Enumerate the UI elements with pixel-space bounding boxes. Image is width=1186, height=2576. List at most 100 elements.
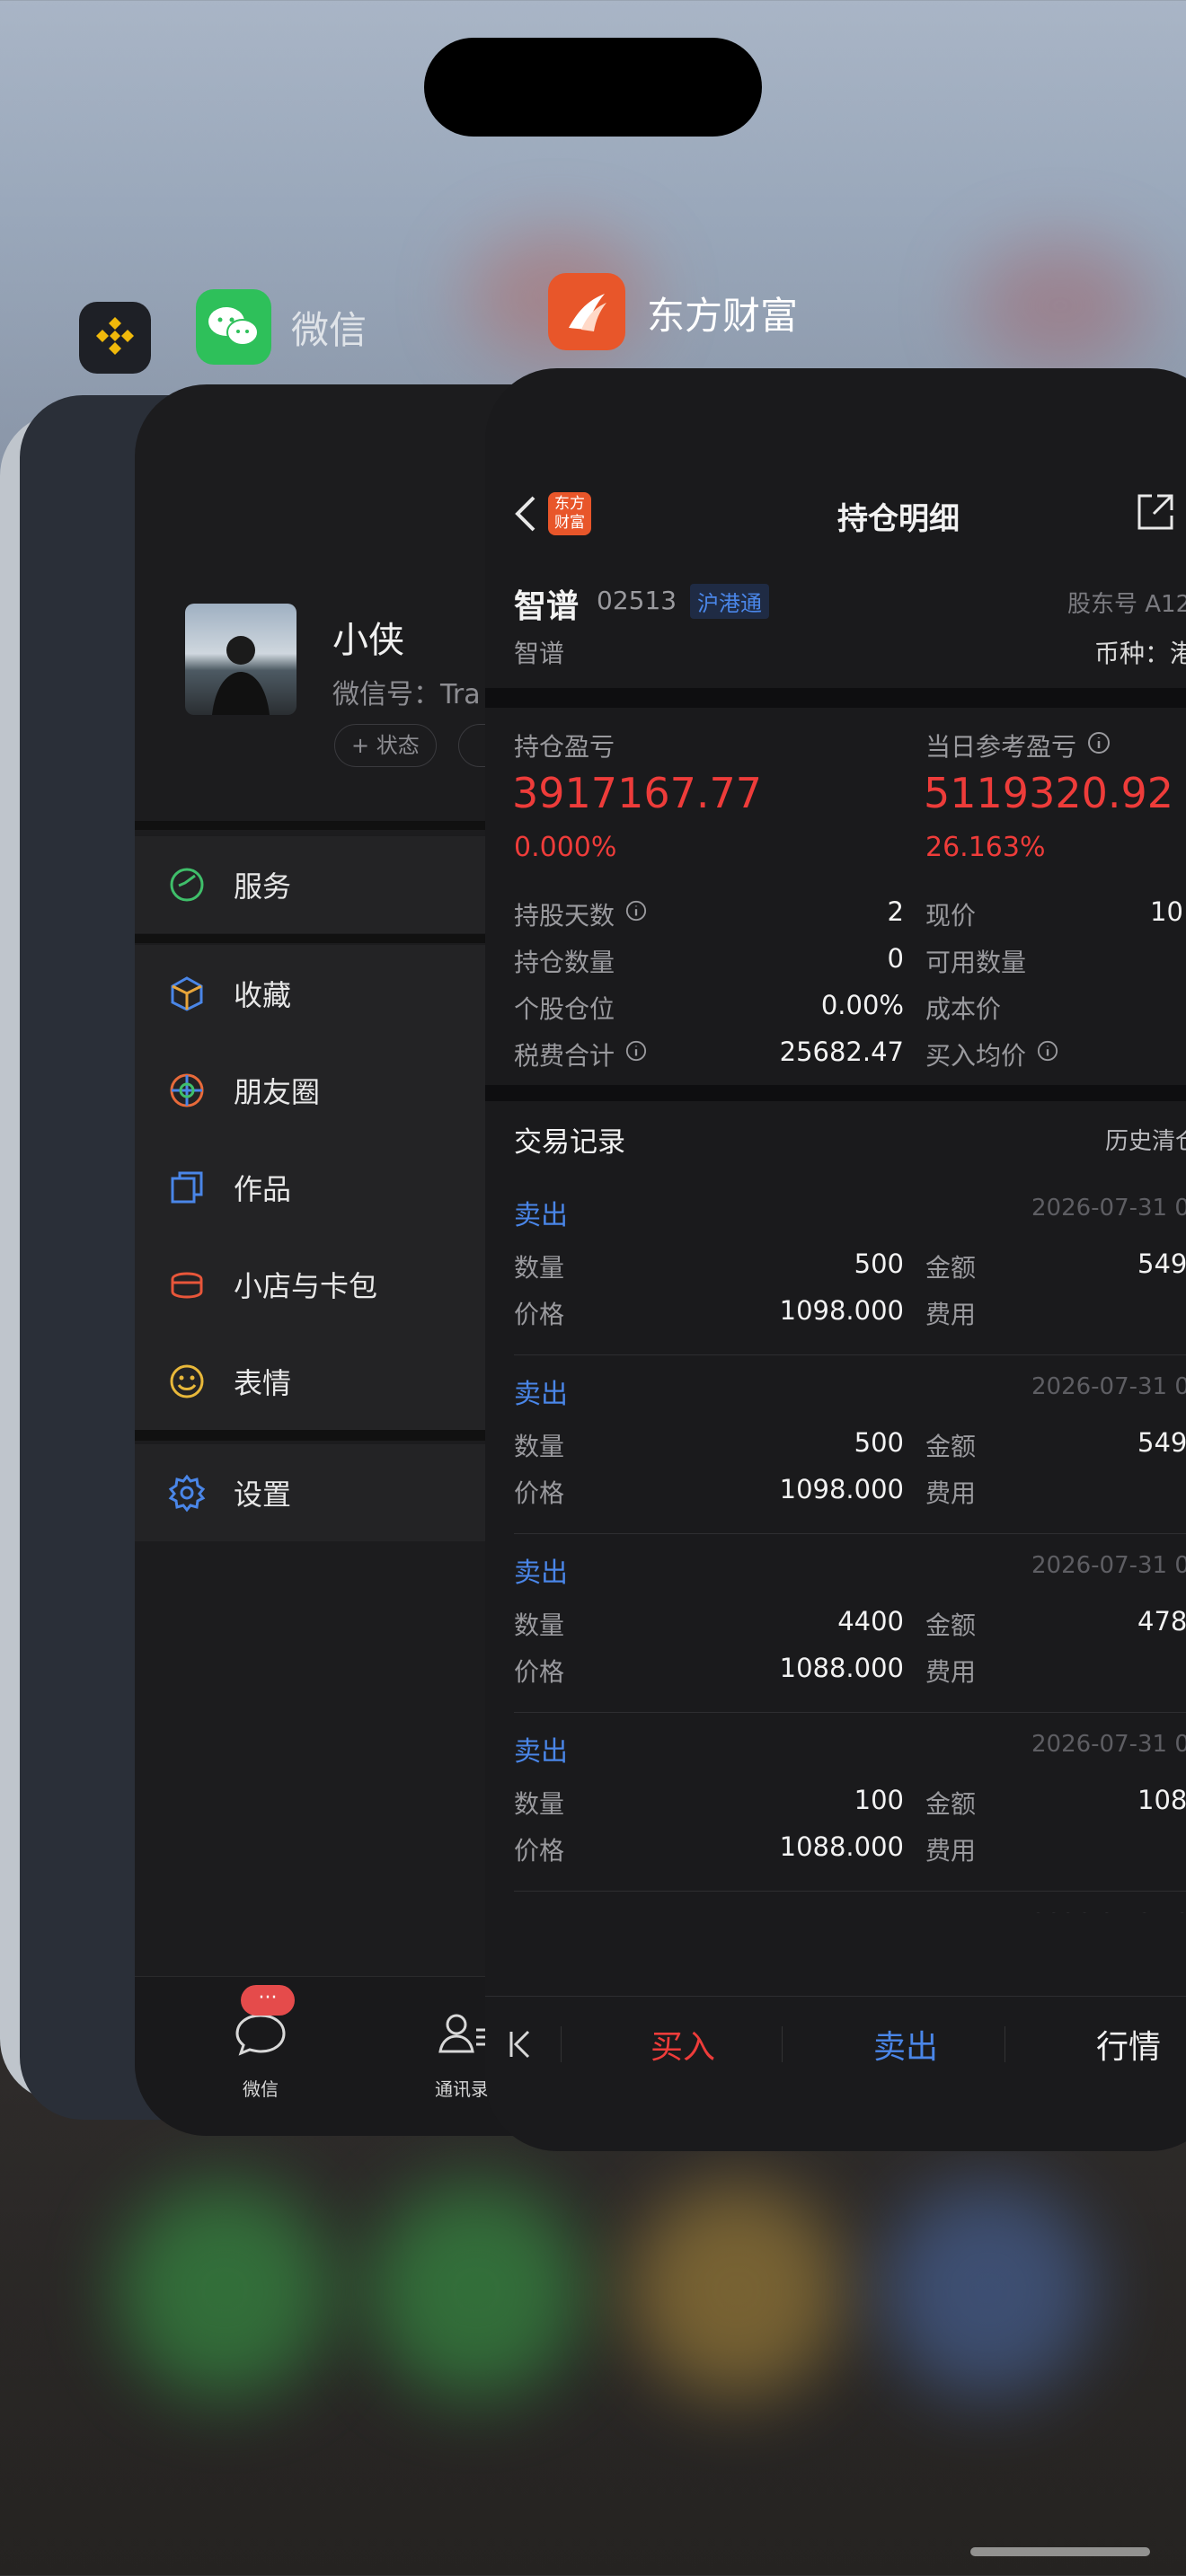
trade-date: 2026-07-31 0 <box>1031 1910 1186 1913</box>
trade-label: 价格 <box>514 1836 565 1866</box>
page-title: 持仓明细 <box>837 501 960 537</box>
trade-price: 1088.000 <box>779 1831 904 1862</box>
emoji-icon <box>170 1364 204 1398</box>
wechat-id[interactable]: 微信号：Tra <box>332 672 481 711</box>
trades-title: 交易记录 <box>514 1126 625 1159</box>
detail-value: 25682.47 <box>779 1037 904 1067</box>
trade-side: 卖出 <box>514 1379 568 1410</box>
settings-icon <box>168 1474 206 1513</box>
detail-label: 买入均价 <box>925 1041 1027 1071</box>
position-pnl-label: 持仓盈亏 <box>514 732 615 762</box>
trade-side: 卖出 <box>514 1908 568 1913</box>
trade-date: 2026-07-31 0 <box>1031 1731 1186 1758</box>
trade-qty: 4400 <box>837 1606 904 1636</box>
info-icon[interactable] <box>1037 1040 1058 1062</box>
trade-price: 1098.000 <box>779 1295 904 1326</box>
avatar[interactable] <box>185 604 296 715</box>
detail-label: 个股仓位 <box>514 994 615 1024</box>
trade-label: 价格 <box>514 1478 565 1508</box>
menu-label: 作品 <box>234 1172 292 1206</box>
history-clear-link[interactable]: 历史清仓 <box>1105 1123 1186 1156</box>
favorites-icon <box>171 976 203 1011</box>
dynamic-island <box>424 38 762 137</box>
trade-price: 1088.000 <box>779 1653 904 1683</box>
detail-value: 0 <box>887 943 904 974</box>
detail-label: 现价 <box>925 901 977 931</box>
daily-pnl-label: 当日参考盈亏 <box>925 732 1077 762</box>
trade-record[interactable]: 卖出 2026-07-31 0 数量 500 金额 549 价格 1098.000 费用 <box>485 1177 1186 1355</box>
buy-button[interactable]: 买入 <box>629 2021 737 2068</box>
trade-label: 数量 <box>514 1789 565 1819</box>
moments-icon <box>170 1073 204 1107</box>
detail-label: 持仓数量 <box>514 948 615 977</box>
detail-label: 持股天数 <box>514 901 615 931</box>
stock-code: 02513 <box>597 586 677 615</box>
trade-label: 价格 <box>514 1300 565 1329</box>
trade-label: 费用 <box>925 1836 977 1866</box>
binance-icon[interactable] <box>79 302 151 374</box>
tab-chats-label: 微信 <box>243 2078 279 2100</box>
menu-label: 表情 <box>234 1366 292 1400</box>
position-pnl-value: 3917167.77 <box>512 769 763 817</box>
trade-amount: 549 <box>1137 1427 1186 1458</box>
sell-button[interactable]: 卖出 <box>852 2021 960 2068</box>
trade-side: 卖出 <box>514 1736 568 1768</box>
info-icon[interactable] <box>625 900 647 922</box>
first-page-icon[interactable] <box>507 2028 534 2060</box>
chat-bubble-icon <box>235 2014 286 2056</box>
trade-label: 金额 <box>925 1432 977 1461</box>
trades-list: 卖出 2026-07-31 0 数量 500 金额 549 价格 1098.000 费用 卖出 20… <box>485 1177 1186 1913</box>
works-icon <box>171 1171 203 1204</box>
contacts-icon <box>438 2014 485 2053</box>
wechat-app-name: 微信 <box>291 308 367 352</box>
trade-amount: 108 <box>1137 1785 1186 1815</box>
position-pnl-percent: 0.000% <box>514 832 617 863</box>
service-icon <box>170 868 204 902</box>
info-icon[interactable] <box>625 1040 647 1062</box>
trade-record[interactable]: 卖出 2026-07-31 0 数量 4400 金额 4787 价格 1088.000 费用 <box>485 1534 1186 1713</box>
unread-badge: ··· <box>241 1985 295 2016</box>
menu-label: 小店与卡包 <box>234 1269 378 1303</box>
trade-label: 费用 <box>925 1657 977 1687</box>
stock-name: 智谱 <box>514 588 580 625</box>
eastmoney-icon[interactable] <box>548 273 625 350</box>
trade-qty: 100 <box>854 1785 904 1815</box>
eastmoney-app-card[interactable]: 东方 财富 持仓明细 智谱 02513 沪港通 股东号 A12 智谱 币种：港 … <box>485 368 1186 2151</box>
trade-date: 2026-07-31 0 <box>1031 1195 1186 1222</box>
trade-record[interactable]: 卖出 2026-07-31 0 数量 100 金额 108 价格 1088.000 费用 <box>485 1713 1186 1892</box>
menu-label: 服务 <box>234 869 292 904</box>
trade-label: 数量 <box>514 1610 565 1640</box>
trade-label: 金额 <box>925 1789 977 1819</box>
divider <box>782 2026 783 2062</box>
trade-record[interactable]: 卖出 2026-07-31 0 数量 500 金额 549 价格 1098.000 费用 <box>485 1355 1186 1534</box>
detail-label: 可用数量 <box>925 948 1027 977</box>
eastmoney-app-name: 东方财富 <box>647 294 799 338</box>
trade-amount: 4787 <box>1137 1606 1186 1636</box>
trade-record[interactable]: 卖出2026-07-31 0数量100金额108 <box>485 1892 1186 1913</box>
status-button[interactable]: + 状态 <box>334 724 437 767</box>
divider <box>561 2026 562 2062</box>
trade-label: 数量 <box>514 1253 565 1283</box>
tab-chats[interactable]: 微信 <box>207 2001 314 2109</box>
trade-label: 金额 <box>925 1610 977 1640</box>
wechat-icon[interactable] <box>196 289 271 365</box>
detail-label: 成本价 <box>925 994 1002 1024</box>
trade-amount: 549 <box>1137 1248 1186 1279</box>
home-indicator <box>970 2547 1150 2556</box>
detail-value: 0.00% <box>820 990 904 1020</box>
info-icon[interactable] <box>1087 731 1111 754</box>
profile-name: 小侠 <box>332 620 404 661</box>
detail-value: 2 <box>887 896 904 927</box>
trade-label: 费用 <box>925 1300 977 1329</box>
quote-button[interactable]: 行情 <box>1075 2021 1182 2068</box>
detail-label: 税费合计 <box>514 1041 615 1071</box>
market-tag: 沪港通 <box>690 584 769 619</box>
trade-side: 卖出 <box>514 1557 568 1589</box>
trade-label: 数量 <box>514 1432 565 1461</box>
share-icon[interactable] <box>1134 490 1177 534</box>
section-band <box>485 1085 1186 1101</box>
daily-pnl-value: 5119320.92 <box>924 769 1174 817</box>
account-number: 股东号 A12 <box>1067 591 1186 618</box>
shop-card-icon <box>171 1272 203 1299</box>
stock-subname: 智谱 <box>514 639 565 668</box>
